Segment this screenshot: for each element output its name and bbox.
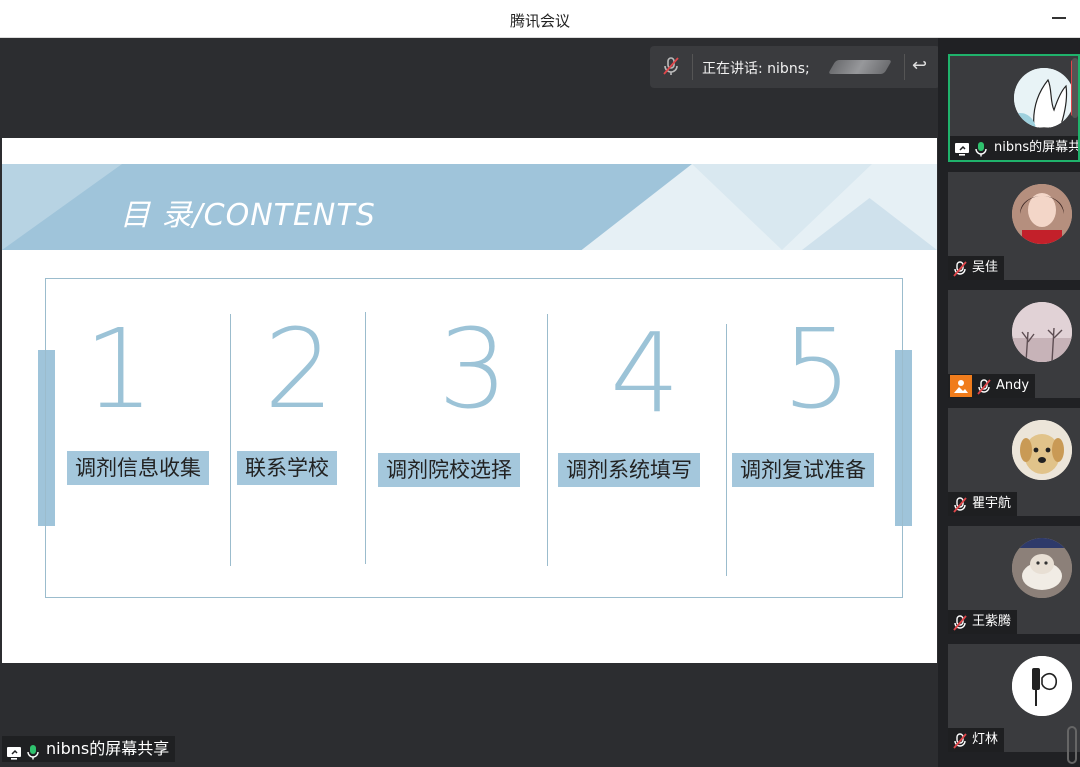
image-icon [950,375,972,397]
speaker-avatar-blur [827,60,893,74]
divider [365,312,366,564]
return-icon[interactable]: ↩ [912,55,927,76]
participant-name: 吴佳 [948,256,1005,280]
item-number: 4 [610,309,680,437]
participant-panel: nibns的屏幕共 吴佳 Andy 瞿宇航 王紫腾 灯林 [938,38,1080,767]
window-title: 腾讯会议 [509,12,570,30]
speaking-indicator: 正在讲话: nibns; ↩ [650,46,940,88]
avatar [1012,302,1072,362]
participant-tile[interactable]: 灯林 [948,644,1080,752]
screen-share-icon [954,141,970,156]
participant-name: nibns的屏幕共 [950,136,1080,160]
item-number: 1 [84,305,154,433]
participant-name: 灯林 [948,728,1005,752]
participant-name-text: 灯林 [972,732,999,747]
mic-muted-icon [952,261,968,277]
participant-name: Andy [948,374,1036,398]
item-label: 调剂系统填写 [558,453,700,487]
screen-share-icon [6,742,22,760]
mic-muted-icon [952,497,968,513]
avatar [1012,184,1072,244]
participant-name-text: 王紫腾 [972,614,1012,629]
item-number: 2 [264,305,334,433]
participant-name-text: nibns的屏幕共 [994,140,1080,155]
item-number: 3 [438,305,508,433]
divider [230,314,231,566]
participant-tile[interactable]: 瞿宇航 [948,408,1080,516]
separator [904,54,905,80]
avatar [1012,538,1072,598]
item-label: 联系学校 [237,451,337,485]
speaking-label: 正在讲话: nibns; [702,61,810,77]
mic-muted-icon [976,379,992,395]
avatar [1012,420,1072,480]
slide-heading: 目 录/CONTENTS [120,198,376,233]
divider [726,324,727,576]
participant-name-text: 吴佳 [972,260,999,275]
mic-muted-icon [662,56,680,76]
participant-name-text: 瞿宇航 [972,496,1012,511]
participant-tile[interactable]: 王紫腾 [948,526,1080,634]
share-owner-text: nibns的屏幕共享 [46,739,170,758]
item-label: 调剂复试准备 [732,453,874,487]
mic-muted-icon [952,733,968,749]
participant-tile[interactable]: Andy [948,290,1080,398]
participant-tile[interactable]: 吴佳 [948,172,1080,280]
panel-scrollbar[interactable] [1072,58,1078,118]
participant-tile[interactable]: nibns的屏幕共 [948,54,1080,162]
meeting-window: 腾讯会议 目 录/CONTENTS 1 调剂信息收集 2 联系学校 3 调剂院校… [0,0,1080,767]
title-bar: 腾讯会议 [0,0,1080,38]
item-number: 5 [782,305,852,433]
separator [692,54,693,80]
screen-share-area: 目 录/CONTENTS 1 调剂信息收集 2 联系学校 3 调剂院校选择 4 … [0,38,940,767]
participant-name: 王紫腾 [948,610,1018,634]
divider [547,314,548,566]
mic-muted-icon [952,615,968,631]
scroll-handle[interactable] [1067,726,1077,764]
item-label: 调剂信息收集 [67,451,209,485]
mic-on-icon [974,141,990,157]
participant-name: 瞿宇航 [948,492,1018,516]
share-owner-label: nibns的屏幕共享 [2,736,176,762]
shared-slide: 目 录/CONTENTS 1 调剂信息收集 2 联系学校 3 调剂院校选择 4 … [2,138,937,663]
item-label: 调剂院校选择 [378,453,520,487]
participant-name-text: Andy [996,378,1030,393]
avatar [1012,656,1072,716]
minimize-button[interactable] [1052,17,1066,19]
avatar [1014,68,1074,128]
mic-on-icon [26,742,42,760]
